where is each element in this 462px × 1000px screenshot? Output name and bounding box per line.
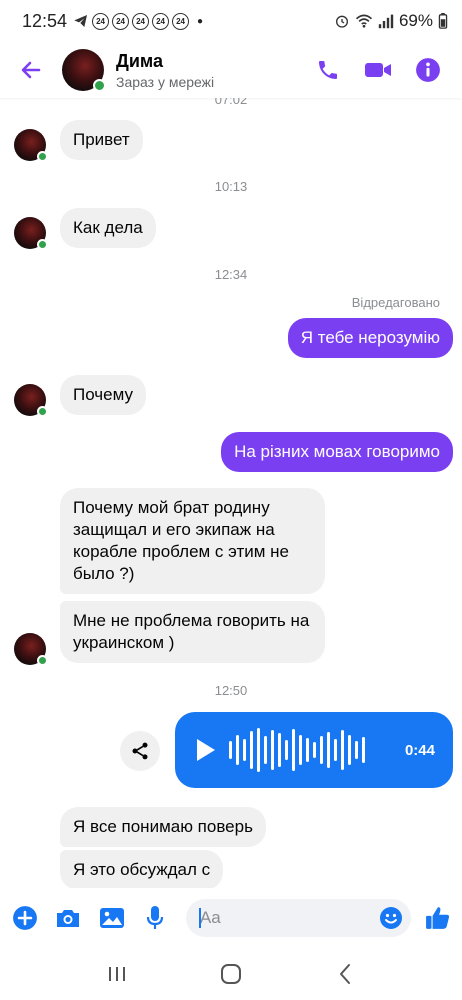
contact-avatar[interactable] [62,49,106,92]
online-indicator [37,239,48,250]
recent-apps-icon [109,967,125,981]
sender-avatar[interactable] [14,633,48,666]
timestamp: 12:50 [214,683,248,698]
online-indicator [37,151,48,162]
incoming-message[interactable]: Почему [60,375,146,415]
camera-button[interactable] [51,901,84,935]
incoming-message[interactable]: Я все понимаю поверь [60,807,266,847]
online-indicator [37,655,48,666]
message-composer [0,888,462,948]
more-actions-button[interactable] [8,901,41,935]
online-indicator [37,406,48,417]
emoji-button[interactable] [377,904,405,932]
contact-status: Зараз у мережі [116,73,215,90]
back-button[interactable] [16,55,46,85]
more-notifications-dot-icon: ● [197,15,204,27]
outgoing-message[interactable]: На різних мовах говоримо [221,432,453,472]
chevron-left-icon [340,964,350,984]
gallery-button[interactable] [95,901,128,935]
notification-badge-icon: 24 [152,12,170,30]
microphone-icon [147,906,164,929]
battery-percent: 69% [398,11,433,30]
incoming-message[interactable]: Почему мой брат родину защищал и его эки… [60,488,325,594]
incoming-message[interactable]: Мне не проблема говорить на украинском ) [60,601,325,663]
contact-name: Дима [116,50,163,71]
message-input[interactable] [199,908,380,928]
send-like-button[interactable] [423,902,455,934]
audio-waveform[interactable] [229,725,365,775]
voice-record-button[interactable] [138,901,171,935]
incoming-message[interactable]: Я это обсуждал с [60,850,224,888]
timestamp: 10:13 [214,179,248,194]
message-list[interactable]: 07:02 Привет 10:13 Как дела 12:34 Відред… [0,98,462,888]
system-navigation-bar [0,948,462,1000]
status-bar: 12:54 24 24 24 24 24 ● 69% [0,0,462,42]
image-icon [99,908,124,928]
voice-duration: 0:44 [404,741,435,759]
timestamp: 12:34 [214,267,248,282]
battery-icon [438,13,448,29]
audio-call-button[interactable] [312,54,344,86]
message-input-wrapper[interactable] [185,899,411,937]
incoming-message[interactable]: Привет [60,120,143,160]
edited-label: Відредаговано [351,295,440,310]
incoming-message[interactable]: Как дела [60,208,156,248]
notification-badge-icon: 24 [112,12,130,30]
online-indicator [93,79,106,92]
chat-header: Дима Зараз у мережі [0,42,462,98]
plus-icon [12,906,37,930]
smiley-icon [379,907,402,929]
system-back-button[interactable] [325,954,365,994]
camera-icon [57,910,80,927]
home-button[interactable] [211,954,251,994]
notification-badge-icon: 24 [92,12,110,30]
outgoing-message[interactable]: Я тебе нерозумію [287,318,453,358]
sender-avatar[interactable] [14,129,48,162]
timestamp: 07:02 [214,98,248,107]
arrow-left-icon [21,61,41,79]
phone-icon [319,61,337,79]
thumbs-up-icon [426,907,450,929]
contact-info[interactable]: Дима Зараз у мережі [116,51,214,90]
play-icon[interactable] [197,739,215,761]
status-time: 12:54 [22,10,68,31]
share-button[interactable] [120,731,160,771]
sender-avatar[interactable] [14,217,48,250]
signal-icon [378,14,394,29]
wifi-icon [355,14,373,28]
video-call-button[interactable] [362,54,394,86]
alarm-icon [335,15,348,28]
notification-icons: 24 24 24 24 24 [92,12,190,30]
home-icon [221,964,241,984]
sender-avatar[interactable] [14,384,48,417]
text-cursor [198,908,201,928]
notification-badge-icon: 24 [172,12,190,30]
info-icon [416,58,440,82]
conversation-info-button[interactable] [412,54,444,86]
voice-message[interactable]: 0:44 [175,712,453,788]
telegram-icon [74,15,88,27]
notification-badge-icon: 24 [132,12,150,30]
video-camera-icon [365,63,391,77]
recent-apps-button[interactable] [97,954,137,994]
share-icon [132,742,148,760]
